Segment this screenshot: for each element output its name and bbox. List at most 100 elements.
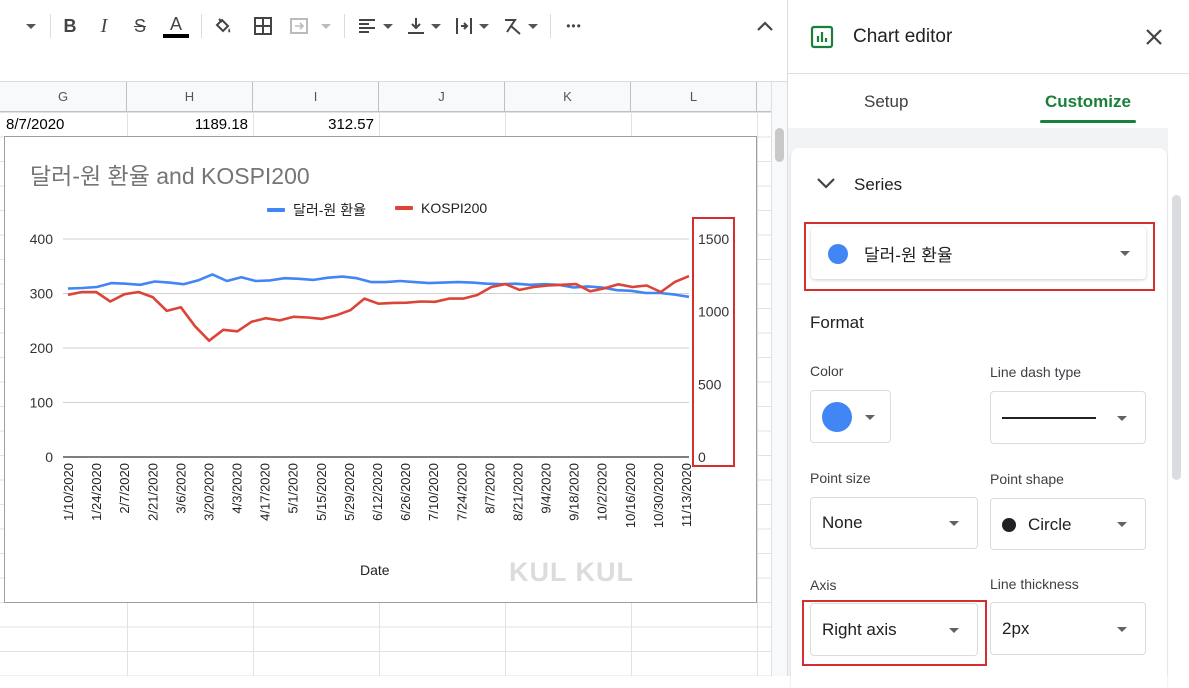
x-tick-label: 3/20/2020 xyxy=(201,463,216,521)
cell-h[interactable]: 1189.18 xyxy=(127,112,248,136)
highlight-box-series xyxy=(804,222,1155,291)
merge-cells-icon xyxy=(286,12,312,40)
watermark: KUL KUL xyxy=(509,557,634,587)
x-tick-label: 3/6/2020 xyxy=(173,463,188,514)
tab-customize[interactable]: Customize xyxy=(1045,92,1131,112)
color-swatch xyxy=(822,402,852,432)
line-thickness-value: 2px xyxy=(1002,619,1030,638)
x-tick-label: 2/7/2020 xyxy=(117,463,132,514)
bold-button[interactable]: B xyxy=(58,12,82,40)
tab-setup[interactable]: Setup xyxy=(864,92,908,112)
x-tick-label: 10/30/2020 xyxy=(651,463,666,528)
chart-plot: 01002003004000500100015001/10/2020 1/24/2… xyxy=(30,231,730,528)
merge-cells-caret-icon xyxy=(318,12,334,40)
close-icon[interactable] xyxy=(1143,26,1165,48)
chevron-down-icon xyxy=(1117,627,1127,632)
series-section-title: Series xyxy=(854,175,903,194)
color-picker[interactable] xyxy=(810,390,891,443)
x-tick-label: 5/29/2020 xyxy=(342,463,357,521)
line-dash-type-select[interactable] xyxy=(990,391,1146,444)
chevron-down-icon xyxy=(1117,416,1127,421)
format-heading: Format xyxy=(810,313,864,332)
color-label: Color xyxy=(810,363,844,379)
editor-body: Series 달러-원 환율 Format Color Line dash ty… xyxy=(788,128,1168,688)
x-tick-label: 5/1/2020 xyxy=(286,463,301,514)
x-tick-label: 6/26/2020 xyxy=(398,463,413,521)
x-tick-label: 2/21/2020 xyxy=(145,463,160,521)
column-header-h[interactable]: H xyxy=(127,82,253,111)
formula-bar[interactable] xyxy=(0,52,787,82)
x-tick-label: 10/16/2020 xyxy=(623,463,638,528)
highlight-box-right-axis xyxy=(692,217,735,467)
sheet-scrollbar-thumb[interactable] xyxy=(775,128,784,162)
column-header-k[interactable]: K xyxy=(505,82,631,111)
x-tick-label: 11/13/2020 xyxy=(679,463,694,527)
point-shape-value: Circle xyxy=(1028,515,1072,534)
highlight-box-axis xyxy=(802,600,987,666)
chevron-down-icon xyxy=(1117,522,1127,527)
text-rotation-icon[interactable] xyxy=(498,12,542,40)
x-tick-label: 7/24/2020 xyxy=(454,463,469,521)
y-tick-label-left: 300 xyxy=(30,286,54,302)
toolbar: B I S A ••• xyxy=(0,0,787,53)
point-size-label: Point size xyxy=(810,470,871,486)
italic-button[interactable]: I xyxy=(92,12,116,40)
toolbar-divider xyxy=(201,14,202,38)
axis-label: Axis xyxy=(810,577,837,593)
strikethrough-button[interactable]: S xyxy=(128,12,152,40)
chevron-down-icon xyxy=(817,178,835,189)
grid-line xyxy=(757,112,758,676)
x-tick-label: 1/10/2020 xyxy=(61,463,76,521)
x-tick-label: 6/12/2020 xyxy=(370,463,385,521)
x-tick-label: 8/7/2020 xyxy=(482,463,497,514)
point-shape-label: Point shape xyxy=(990,471,1064,487)
column-header-l[interactable]: L xyxy=(631,82,757,111)
y-tick-label-left: 100 xyxy=(30,395,54,411)
chevron-down-icon xyxy=(949,521,959,526)
collapse-toolbar-icon[interactable] xyxy=(752,12,778,40)
x-tick-label: 10/2/2020 xyxy=(595,463,610,521)
chart-editor-title: Chart editor xyxy=(853,26,953,47)
line-thickness-label: Line thickness xyxy=(990,576,1079,592)
text-color-button[interactable]: A xyxy=(162,12,190,40)
x-axis-title: Date xyxy=(360,562,390,578)
point-size-value: None xyxy=(822,513,863,532)
sheet-scrollbar[interactable] xyxy=(771,82,788,676)
point-size-select[interactable]: None xyxy=(810,497,978,549)
text-color-label: A xyxy=(169,13,182,34)
editor-scrollbar-thumb[interactable] xyxy=(1172,195,1181,480)
y-tick-label-left: 400 xyxy=(30,231,54,247)
chart-editor-header: Chart editor xyxy=(788,0,1189,74)
series-section-header[interactable]: Series xyxy=(791,148,1167,220)
chart-editor-panel: Chart editor Setup Customize Series 달러-원… xyxy=(787,0,1189,688)
y-tick-label-left: 0 xyxy=(45,449,53,465)
cell-i[interactable]: 312.57 xyxy=(253,112,374,136)
column-headers: G H I J K L xyxy=(0,82,771,112)
vertical-align-icon[interactable] xyxy=(402,12,444,40)
x-tick-label: 8/21/2020 xyxy=(510,463,525,521)
line-thickness-select[interactable]: 2px xyxy=(990,602,1146,655)
column-header-j[interactable]: J xyxy=(379,82,505,111)
toolbar-divider xyxy=(344,14,345,38)
x-tick-label: 1/24/2020 xyxy=(89,463,104,521)
column-header-i[interactable]: I xyxy=(253,82,379,111)
column-header-g[interactable]: G xyxy=(0,82,127,111)
chart[interactable]: 달러-원 환율 and KOSPI200 달러-원 환율 KOSPI200 01… xyxy=(4,136,757,603)
cell-g[interactable]: 8/7/2020 xyxy=(6,112,64,136)
toolbar-divider xyxy=(50,14,51,38)
chart-icon xyxy=(810,25,834,54)
solid-line-icon xyxy=(1002,417,1096,419)
more-formats-caret-icon[interactable] xyxy=(22,12,40,40)
y-tick-label-left: 200 xyxy=(30,340,54,356)
more-icon[interactable]: ••• xyxy=(560,12,588,40)
horizontal-align-icon[interactable] xyxy=(354,12,396,40)
borders-icon[interactable] xyxy=(250,12,276,40)
fill-color-icon[interactable] xyxy=(210,12,236,40)
x-tick-label: 9/18/2020 xyxy=(567,463,582,521)
text-wrapping-icon[interactable] xyxy=(450,12,492,40)
series-section-card: Series 달러-원 환율 Format Color Line dash ty… xyxy=(791,148,1167,688)
point-shape-select[interactable]: Circle xyxy=(990,498,1146,550)
x-tick-label: 5/15/2020 xyxy=(314,463,329,521)
active-tab-indicator xyxy=(1040,120,1136,123)
chevron-down-icon xyxy=(865,415,875,420)
